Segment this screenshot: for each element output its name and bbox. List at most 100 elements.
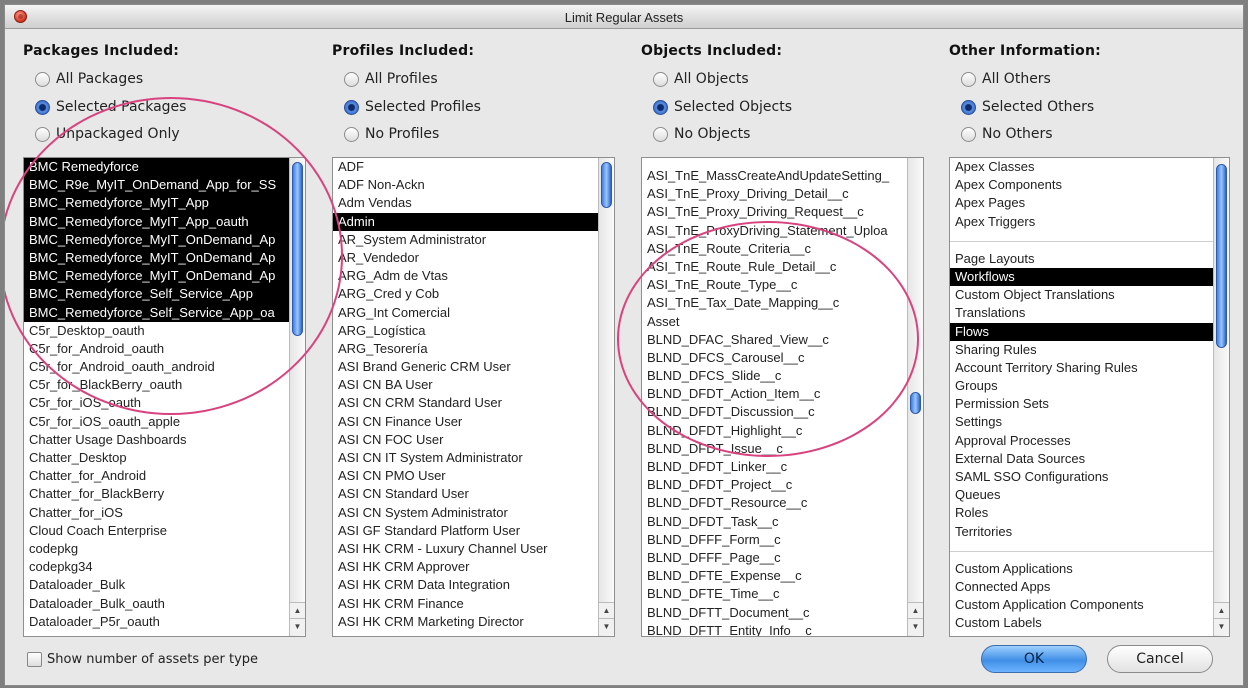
list-item[interactable]: BMC Remedyforce — [24, 158, 289, 177]
packages-scrollbar[interactable]: ▲ ▼ — [289, 158, 305, 636]
ok-button[interactable]: OK — [981, 645, 1087, 673]
list-item[interactable]: ASI CN PMO User — [333, 467, 598, 485]
list-item[interactable]: BLND_DFDT_Discussion__c — [642, 403, 907, 421]
list-item[interactable]: ASI CN System Administrator — [333, 504, 598, 522]
list-item[interactable]: Territories — [950, 523, 1213, 541]
list-item[interactable]: Roles — [950, 504, 1213, 522]
list-item[interactable]: C5r_for_Android_oauth_android — [24, 358, 289, 376]
list-item[interactable]: Sharing Rules — [950, 341, 1213, 359]
list-item[interactable]: ASI CN IT System Administrator — [333, 449, 598, 467]
list-item[interactable]: Apex Pages — [950, 194, 1213, 212]
list-item[interactable]: ADF Non-Ackn — [333, 176, 598, 194]
list-item[interactable]: Chatter_for_iOS — [24, 504, 289, 522]
list-item[interactable]: ASI_TnE_ProxyDriving_Statement_Uploa — [642, 222, 907, 240]
list-item[interactable]: AR_Vendedor — [333, 249, 598, 267]
list-item[interactable]: BLND_DFDT_Resource__c — [642, 494, 907, 512]
list-item[interactable]: ASI_TnE_Route_Rule_Detail__c — [642, 258, 907, 276]
list-item[interactable]: Settings — [950, 413, 1213, 431]
list-item[interactable]: Groups — [950, 377, 1213, 395]
list-item[interactable]: Chatter Usage Dashboards — [24, 431, 289, 449]
list-item[interactable]: BMC_R9e_MyIT_OnDemand_App_for_SS — [24, 176, 289, 195]
list-item[interactable]: Apex Components — [950, 176, 1213, 194]
list-item[interactable]: ARG_Int Comercial — [333, 304, 598, 322]
list-item[interactable]: C5r_for_iOS_oauth — [24, 394, 289, 412]
list-item[interactable]: Cloud Coach Enterprise — [24, 522, 289, 540]
list-item[interactable]: BLND_DFCS_Carousel__c — [642, 349, 907, 367]
list-item[interactable]: Connected Apps — [950, 578, 1213, 596]
list-item[interactable]: Custom Application Components — [950, 596, 1213, 614]
list-item[interactable]: Admin — [333, 212, 598, 231]
scroll-up-arrow-icon[interactable]: ▲ — [290, 602, 305, 619]
profiles-list[interactable]: ADF ADF Non-Ackn Adm Vendas Admin AR_System … — [332, 157, 615, 637]
list-item[interactable]: Flows — [950, 322, 1213, 341]
list-item[interactable]: Asset — [642, 313, 907, 331]
list-item[interactable]: SAML SSO Configurations — [950, 468, 1213, 486]
list-item[interactable]: codepkg — [24, 540, 289, 558]
profiles-scrollbar[interactable]: ▲ ▼ — [598, 158, 614, 636]
list-item[interactable]: ASI GF Standard Platform User — [333, 522, 598, 540]
list-item[interactable]: BLND_DFFF_Page__c — [642, 549, 907, 567]
list-item[interactable]: codepkg34 — [24, 558, 289, 576]
list-item[interactable]: ASI CN BA User — [333, 376, 598, 394]
list-item[interactable]: ASI CN CRM Standard User — [333, 394, 598, 412]
list-item[interactable]: Chatter_for_BlackBerry — [24, 485, 289, 503]
list-item[interactable]: Apex Triggers — [950, 213, 1213, 231]
list-item[interactable]: ASI HK CRM Finance — [333, 595, 598, 613]
list-item[interactable]: BLND_DFAC_Shared_View__c — [642, 331, 907, 349]
list-item[interactable]: BLND_DFTE_Time__c — [642, 585, 907, 603]
list-item[interactable]: ADF — [333, 158, 598, 176]
list-item[interactable]: ASI CN Standard User — [333, 485, 598, 503]
list-item[interactable]: BLND_DFTE_Expense__c — [642, 567, 907, 585]
other-info-list[interactable]: Apex Classes Apex Components Apex Pages Ape… — [949, 157, 1230, 637]
list-item[interactable]: External Data Sources — [950, 450, 1213, 468]
scroll-thumb[interactable] — [292, 162, 303, 336]
list-item[interactable]: BLND_DFDT_Action_Item__c — [642, 385, 907, 403]
list-item[interactable]: Custom Object Translations — [950, 286, 1213, 304]
scroll-thumb[interactable] — [910, 392, 921, 414]
list-item[interactable]: BMC_Remedyforce_MyIT_App_oauth — [24, 212, 289, 231]
list-item[interactable]: Approval Processes — [950, 432, 1213, 450]
list-item[interactable]: BLND_DFDT_Task__c — [642, 513, 907, 531]
scroll-up-arrow-icon[interactable]: ▲ — [599, 602, 614, 619]
scroll-thumb[interactable] — [1216, 164, 1227, 348]
list-item[interactable]: ASI_TnE_Proxy_Driving_Request__c — [642, 203, 907, 221]
list-item[interactable]: ASI_TnE_Tax_Date_Mapping__c — [642, 294, 907, 312]
objects-scrollbar[interactable]: ▲ ▼ — [907, 158, 923, 636]
list-item[interactable]: ASI_TnE_Proxy_Driving_Detail__c — [642, 185, 907, 203]
list-item[interactable]: BMC_Remedyforce_MyIT_OnDemand_Ap — [24, 248, 289, 268]
list-item[interactable]: Account Territory Sharing Rules — [950, 359, 1213, 377]
list-item[interactable]: Chatter_Desktop — [24, 449, 289, 467]
list-item[interactable]: ASI Brand Generic CRM User — [333, 358, 598, 376]
list-item[interactable]: BMC_Remedyforce_Self_Service_App — [24, 285, 289, 304]
list-item[interactable]: C5r_for_Android_oauth — [24, 340, 289, 358]
list-item[interactable]: ASI CN FOC User — [333, 431, 598, 449]
list-item[interactable]: ASI CN Finance User — [333, 413, 598, 431]
list-item[interactable]: Dataloader_Bulk — [24, 576, 289, 594]
list-item[interactable]: Adm Vendas — [333, 194, 598, 212]
list-item[interactable]: BLND_DFDT_Linker__c — [642, 458, 907, 476]
list-item[interactable]: Apex Classes — [950, 158, 1213, 176]
list-item[interactable]: BLND_DFDT_Project__c — [642, 476, 907, 494]
list-item[interactable]: Translations — [950, 304, 1213, 322]
list-item[interactable]: BLND_DFTT_Document__c — [642, 604, 907, 622]
list-item[interactable]: AR_System Administrator — [333, 231, 598, 249]
list-item[interactable]: BMC_Remedyforce_MyIT_OnDemand_Ap — [24, 267, 289, 286]
list-item[interactable]: ARG_Cred y Cob — [333, 285, 598, 303]
scroll-up-arrow-icon[interactable]: ▲ — [908, 602, 923, 619]
scroll-thumb[interactable] — [601, 162, 612, 208]
other-info-scrollbar[interactable]: ▲ ▼ — [1213, 158, 1229, 636]
list-item[interactable]: BLND_DFDT_Issue__c — [642, 440, 907, 458]
list-item[interactable]: Chatter_for_Android — [24, 467, 289, 485]
list-item[interactable]: ASI HK CRM Approver — [333, 558, 598, 576]
list-item[interactable]: Custom Applications — [950, 560, 1213, 578]
list-item[interactable]: Queues — [950, 486, 1213, 504]
list-item[interactable]: ARG_Tesorería — [333, 340, 598, 358]
list-item[interactable]: BLND_DFDT_Highlight__c — [642, 422, 907, 440]
packages-list[interactable]: BMC Remedyforce BMC_R9e_MyIT_OnDemand_App… — [23, 157, 306, 637]
list-item[interactable]: BLND_DFCS_Slide__c — [642, 367, 907, 385]
list-item[interactable]: ASI HK CRM Data Integration — [333, 576, 598, 594]
list-item[interactable]: ASI_TnE_Route_Type__c — [642, 276, 907, 294]
list-item[interactable]: ASI_TnE_MassCreateAndUpdateSetting_ — [642, 167, 907, 185]
list-item[interactable]: C5r_for_iOS_oauth_apple — [24, 413, 289, 431]
list-item[interactable]: ARG_Adm de Vtas — [333, 267, 598, 285]
